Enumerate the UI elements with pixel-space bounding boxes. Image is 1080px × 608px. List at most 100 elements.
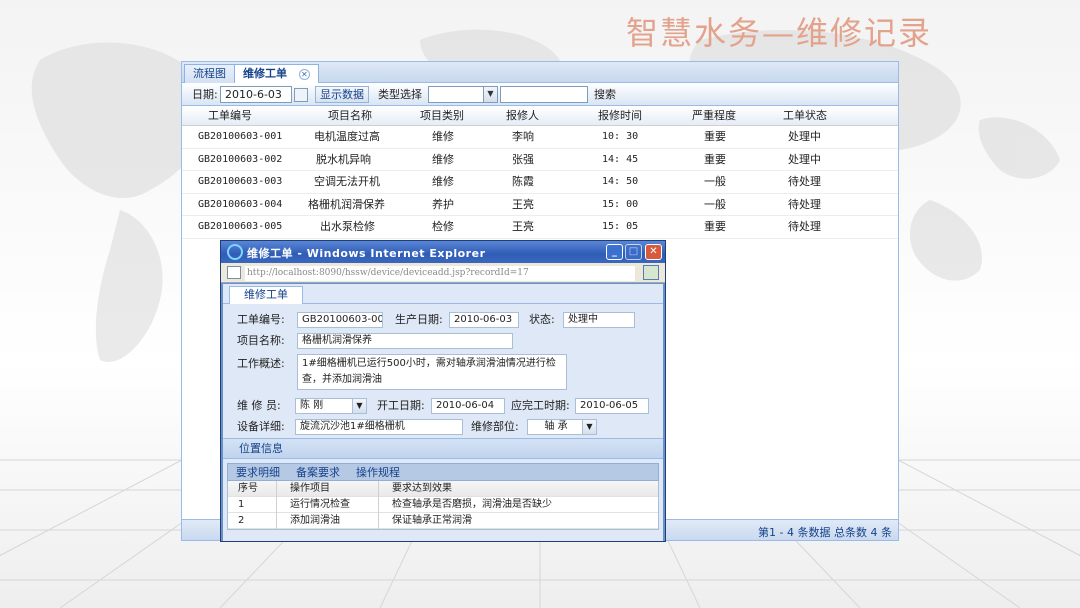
date-input[interactable]: 2010-6-03 bbox=[220, 86, 292, 103]
popup-title-bar[interactable]: 维修工单 - Windows Internet Explorer _ □ ✕ bbox=[221, 241, 665, 263]
repair-part-value: 轴 承 bbox=[544, 421, 568, 432]
cell-category: 维修 bbox=[432, 130, 454, 143]
cell-category: 维修 bbox=[432, 152, 454, 166]
project-field[interactable]: 格栅机润滑保养 bbox=[297, 333, 513, 349]
column-divider bbox=[276, 497, 277, 513]
cell-time: 14: 50 bbox=[602, 176, 639, 187]
tab-work-order-label: 维修工单 bbox=[243, 67, 287, 80]
cell-reporter: 李响 bbox=[512, 130, 534, 143]
close-icon[interactable]: ✕ bbox=[298, 68, 310, 80]
cell-project: 出水泵检修 bbox=[320, 220, 375, 233]
column-header[interactable]: 报修时间 bbox=[598, 109, 642, 123]
tab-work-order-form[interactable]: 维修工单 bbox=[229, 286, 303, 305]
page-icon bbox=[227, 266, 241, 279]
column-divider bbox=[378, 481, 379, 497]
type-select[interactable]: ▼ bbox=[428, 86, 498, 103]
cell-order-no: GB20100603-001 bbox=[198, 131, 283, 142]
grid-header: 工单编号 项目名称 项目类别 报修人 报修时间 严重程度 工单状态 bbox=[182, 106, 898, 126]
close-window-icon[interactable]: ✕ bbox=[645, 244, 662, 260]
cell-reporter: 陈霞 bbox=[512, 175, 534, 188]
date-label: 日期: bbox=[192, 88, 218, 101]
cell-status: 待处理 bbox=[788, 197, 821, 211]
worker-value: 陈 刚 bbox=[300, 400, 324, 411]
description-field[interactable]: 1#细格栅机已运行500小时，需对轴承润滑油情况进行检查，并添加润滑油 bbox=[297, 354, 567, 390]
column-divider bbox=[378, 513, 379, 529]
work-order-popup-window: 维修工单 - Windows Internet Explorer _ □ ✕ h… bbox=[220, 240, 666, 542]
address-bar: http://localhost:8090/hssw/device/device… bbox=[221, 263, 665, 283]
chevron-down-icon[interactable]: ▼ bbox=[582, 420, 596, 434]
column-header[interactable]: 工单编号 bbox=[208, 109, 252, 123]
status-label: 状态: bbox=[529, 313, 555, 326]
detail-table: 序号 操作项目 要求达到效果 1 运行情况检查 检查轴承是否磨损，润滑油是否缺少… bbox=[227, 481, 659, 530]
repair-part-select[interactable]: 轴 承 ▼ bbox=[527, 419, 597, 435]
cell-severity: 一般 bbox=[704, 175, 726, 188]
prod-date-label: 生产日期: bbox=[395, 313, 443, 326]
description-label: 工作概述: bbox=[237, 357, 285, 370]
table-row[interactable]: GB20100603-003 空调无法开机 维修 陈霞 14: 50 一般 待处… bbox=[182, 171, 898, 194]
column-divider bbox=[276, 481, 277, 497]
order-no-field[interactable]: GB20100603-004 bbox=[297, 312, 383, 328]
cell-severity: 重要 bbox=[704, 130, 726, 143]
table-row[interactable]: GB20100603-001 电机温度过高 维修 李响 10: 30 重要 处理… bbox=[182, 126, 898, 149]
location-section-header[interactable]: 位置信息 bbox=[223, 439, 663, 459]
maximize-icon[interactable]: □ bbox=[625, 244, 642, 260]
tab-requirement-detail[interactable]: 要求明细 bbox=[236, 466, 280, 480]
tab-operating-procedures[interactable]: 操作规程 bbox=[356, 466, 400, 480]
table-row[interactable]: GB20100603-004 格栅机润滑保养 养护 王亮 15: 00 一般 待… bbox=[182, 194, 898, 216]
detail-table-header: 序号 操作项目 要求达到效果 bbox=[228, 481, 658, 497]
cell-time: 14: 45 bbox=[602, 153, 639, 165]
table-row[interactable]: GB20100603-005 出水泵检修 检修 王亮 15: 05 重要 待处理 bbox=[182, 216, 898, 239]
chevron-down-icon[interactable]: ▼ bbox=[483, 87, 497, 102]
tab-work-order[interactable]: 维修工单 ✕ bbox=[234, 64, 319, 84]
start-date-label: 开工日期: bbox=[377, 399, 425, 412]
table-row[interactable]: 1 运行情况检查 检查轴承是否磨损，润滑油是否缺少 bbox=[228, 497, 658, 513]
cell-index: 2 bbox=[238, 515, 245, 526]
column-header[interactable]: 严重程度 bbox=[692, 109, 736, 123]
address-input[interactable]: http://localhost:8090/hssw/device/device… bbox=[245, 266, 635, 281]
start-date-field[interactable]: 2010-06-04 bbox=[431, 398, 505, 414]
cell-severity: 重要 bbox=[704, 152, 726, 166]
refresh-icon[interactable] bbox=[643, 265, 659, 280]
popup-body: 维修工单 工单编号: GB20100603-004 生产日期: 2010-06-… bbox=[223, 284, 663, 541]
device-field[interactable]: 旋流沉沙池1#细格栅机 bbox=[295, 419, 463, 435]
cell-index: 1 bbox=[238, 499, 245, 510]
column-header[interactable]: 项目名称 bbox=[328, 109, 372, 123]
column-header: 操作项目 bbox=[290, 483, 330, 494]
calendar-icon[interactable] bbox=[294, 88, 308, 102]
cell-status: 待处理 bbox=[788, 220, 821, 233]
cell-severity: 重要 bbox=[704, 220, 726, 233]
table-row[interactable]: GB20100603-002 脱水机异响 维修 张强 14: 45 重要 处理中 bbox=[182, 149, 898, 171]
device-label: 设备详细: bbox=[237, 420, 285, 433]
slide-title: 智慧水务—维修记录 bbox=[625, 14, 932, 52]
cell-reporter: 张强 bbox=[512, 152, 534, 166]
show-data-button[interactable]: 显示数据 bbox=[315, 86, 369, 103]
column-header: 要求达到效果 bbox=[392, 483, 452, 494]
toolbar: 日期: 2010-6-03 显示数据 类型选择 ▼ 搜索 bbox=[182, 83, 898, 106]
search-button[interactable]: 搜索 bbox=[594, 86, 616, 103]
worker-select[interactable]: 陈 刚 ▼ bbox=[295, 398, 367, 414]
column-header[interactable]: 报修人 bbox=[506, 109, 539, 123]
tab-flowchart[interactable]: 流程图 bbox=[184, 64, 235, 83]
status-field[interactable]: 处理中 bbox=[563, 312, 635, 328]
column-divider bbox=[378, 497, 379, 513]
cell-project: 电机温度过高 bbox=[314, 130, 380, 143]
minimize-icon[interactable]: _ bbox=[606, 244, 623, 260]
cell-project: 空调无法开机 bbox=[314, 175, 380, 188]
column-header[interactable]: 项目类别 bbox=[420, 109, 464, 123]
cell-project: 脱水机异响 bbox=[316, 152, 371, 166]
due-date-label: 应完工时期: bbox=[511, 399, 570, 412]
cell-project: 格栅机润滑保养 bbox=[308, 197, 385, 211]
work-order-form: 工单编号: GB20100603-004 生产日期: 2010-06-03 状态… bbox=[223, 304, 663, 439]
due-date-field[interactable]: 2010-06-05 bbox=[575, 398, 649, 414]
cell-status: 待处理 bbox=[788, 175, 821, 188]
internet-explorer-icon bbox=[227, 244, 243, 260]
search-input[interactable] bbox=[500, 86, 588, 103]
table-row[interactable]: 2 添加润滑油 保证轴承正常润滑 bbox=[228, 513, 658, 529]
cell-category: 检修 bbox=[432, 220, 454, 233]
column-header[interactable]: 工单状态 bbox=[783, 109, 827, 123]
chevron-down-icon[interactable]: ▼ bbox=[352, 399, 366, 413]
tab-filing-requirements[interactable]: 备案要求 bbox=[296, 466, 340, 480]
popup-tab-bar: 维修工单 bbox=[223, 284, 663, 305]
cell-effect: 保证轴承正常润滑 bbox=[392, 515, 472, 526]
prod-date-field[interactable]: 2010-06-03 bbox=[449, 312, 519, 328]
